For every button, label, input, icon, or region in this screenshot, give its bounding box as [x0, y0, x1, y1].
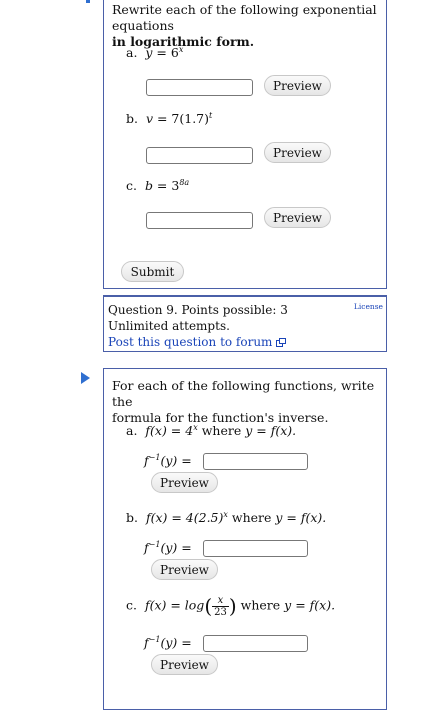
- inverse-arg: (y) =: [160, 635, 192, 651]
- part-b-function: b. f(x) = 4(2.5)x where y = f(x).: [126, 510, 326, 525]
- license-link[interactable]: License: [354, 302, 383, 311]
- equation-lhs: v: [145, 111, 153, 127]
- fraction-numerator: x: [212, 595, 229, 607]
- equation-exponent: 8a: [179, 178, 190, 187]
- equation-lhs: b: [144, 178, 153, 194]
- prompt-line-1: Rewrite each of the following exponentia…: [112, 2, 377, 33]
- part-b-preview-button[interactable]: Preview: [151, 559, 218, 580]
- part-a-function: a. f(x) = 4x where y = f(x).: [126, 423, 296, 438]
- external-window-icon: [276, 338, 287, 347]
- question-8-panel: Rewrite each of the following exponentia…: [103, 0, 387, 289]
- function-definition: f(x) = 4: [145, 423, 194, 439]
- part-b-answer-input[interactable]: [146, 147, 253, 164]
- prompt-line-1: For each of the following functions, wri…: [112, 378, 375, 409]
- part-a-preview-button[interactable]: Preview: [151, 472, 218, 493]
- forum-link-text[interactable]: Post this question to forum: [108, 335, 272, 349]
- question-10-prompt: For each of the following functions, wri…: [112, 378, 386, 426]
- inverse-sup: −1: [148, 635, 161, 644]
- question-8-prompt: Rewrite each of the following exponentia…: [112, 2, 386, 50]
- where-text: where: [201, 423, 242, 439]
- part-letter: a.: [126, 423, 138, 439]
- attempts-text: Unlimited attempts.: [108, 319, 230, 333]
- part-a-answer-input[interactable]: [146, 79, 253, 96]
- submit-button[interactable]: Submit: [121, 261, 184, 282]
- part-letter: a.: [126, 45, 138, 61]
- part-b-equation: b. v = 7(1.7)t: [126, 111, 213, 127]
- part-c-function: c. f(x) = log(x 23) where y = f(x).: [126, 594, 335, 618]
- part-b-preview-button[interactable]: Preview: [264, 142, 331, 163]
- part-c-preview-button[interactable]: Preview: [264, 207, 331, 228]
- part-b-inverse-input[interactable]: [203, 540, 308, 557]
- part-letter: b.: [126, 111, 138, 127]
- where-text: where: [231, 510, 272, 526]
- function-relation: y = f(x).: [245, 423, 297, 439]
- function-relation: y = f(x).: [275, 510, 327, 526]
- inverse-sup: −1: [148, 453, 161, 462]
- post-to-forum-link[interactable]: Post this question to forum: [108, 335, 287, 349]
- function-relation: y = f(x).: [284, 597, 336, 613]
- inverse-arg: (y) =: [160, 540, 192, 556]
- part-letter: b.: [126, 510, 138, 526]
- function-definition: f(x) = log: [144, 597, 205, 613]
- inverse-arg: (y) =: [160, 453, 192, 469]
- part-a-inverse-input[interactable]: [203, 453, 308, 470]
- question-marker-top: [86, 0, 90, 3]
- part-c-inverse-input[interactable]: [203, 635, 308, 652]
- function-exponent: x: [193, 423, 198, 432]
- part-letter: c.: [126, 597, 137, 613]
- inverse-label-b: f−1(y) =: [144, 540, 192, 555]
- inverse-label-c: f−1(y) =: [144, 635, 192, 650]
- part-c-preview-button[interactable]: Preview: [151, 654, 218, 675]
- equation-exponent: x: [178, 45, 184, 54]
- question-points: Question 9. Points possible: 3: [108, 303, 288, 317]
- part-a-preview-button[interactable]: Preview: [264, 75, 331, 96]
- left-paren: (: [204, 594, 213, 618]
- fraction: x 23: [212, 595, 229, 618]
- inverse-label-a: f−1(y) =: [144, 453, 192, 468]
- function-definition: f(x) = 4(2.5): [145, 510, 224, 526]
- function-exponent: x: [223, 510, 228, 519]
- where-text: where: [240, 597, 281, 613]
- fraction-denominator: 23: [214, 606, 227, 618]
- equation-exponent: t: [209, 111, 213, 120]
- question-10-panel: For each of the following functions, wri…: [103, 368, 387, 710]
- part-letter: c.: [126, 178, 137, 194]
- part-a-equation: a. y = 6x: [126, 45, 184, 61]
- equation-coefficient: 7(1.7): [171, 111, 210, 127]
- current-question-arrow-icon: [81, 372, 90, 384]
- part-c-answer-input[interactable]: [146, 212, 253, 229]
- part-c-equation: c. b = 38a: [126, 178, 190, 194]
- equation-base: 6: [170, 45, 179, 61]
- inverse-sup: −1: [148, 540, 161, 549]
- equation-lhs: y: [145, 45, 153, 61]
- question-meta-panel: Question 9. Points possible: 3 Unlimited…: [103, 295, 387, 352]
- right-paren: ): [228, 594, 237, 618]
